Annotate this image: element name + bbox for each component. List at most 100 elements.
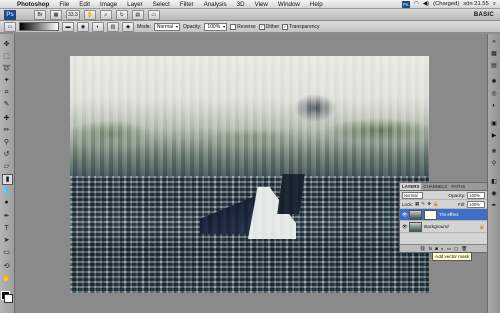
menu-file[interactable]: File (54, 1, 74, 8)
brushes-panel-icon[interactable]: ❋ (490, 148, 498, 156)
menu-window[interactable]: Window (273, 1, 305, 8)
folder-icon[interactable]: ▭ (447, 246, 451, 252)
layer-row-background[interactable]: 👁 Background 🔒 (400, 221, 487, 233)
fill-field[interactable]: 100% (467, 200, 485, 208)
zoom-level[interactable]: 33.3 (66, 9, 80, 20)
path-selection-tool-icon[interactable]: ➤ (2, 236, 11, 245)
channels-panel-icon[interactable]: ◉ (490, 190, 498, 198)
arrange-documents-icon[interactable]: ▤ (131, 9, 144, 20)
lasso-tool-icon[interactable]: ➰ (2, 64, 11, 73)
menu-3d[interactable]: 3D (232, 1, 250, 8)
bridge-button[interactable]: Br (34, 9, 46, 20)
layers-panel-icon[interactable]: ◧ (490, 178, 498, 186)
zoom-tool-icon[interactable]: ⌕ (99, 9, 112, 20)
history-panel-icon[interactable]: ▣ (490, 120, 498, 128)
lock-all-icon[interactable]: 🔒 (433, 201, 439, 207)
shape-tool-icon[interactable]: ▭ (2, 248, 11, 257)
gradient-tool-icon[interactable]: ▮ (2, 174, 13, 185)
pen-tool-icon[interactable]: ✒ (2, 212, 11, 221)
background-color-swatch[interactable] (4, 294, 13, 303)
adjustment-icon[interactable]: ◐ (441, 246, 444, 251)
menu-select[interactable]: Select (148, 1, 175, 8)
fx-icon[interactable]: fx (429, 246, 433, 251)
tools-panel: ✥ ⬚ ➰ ✦ ⌗ ✎ ✚ ✏ ⚲ ↺ ▱ ▮ 💧 ● ✒ T ➤ ▭ ⟲ ✋ (0, 34, 15, 313)
gradient-tool-preset-icon[interactable]: ▭ (4, 21, 16, 32)
menu-help[interactable]: Help (305, 1, 328, 8)
diamond-gradient-icon[interactable]: ◆ (122, 21, 134, 32)
gradient-picker[interactable] (19, 22, 59, 31)
menu-image[interactable]: Image (95, 1, 122, 8)
styles-panel-icon[interactable]: ◐ (490, 102, 498, 110)
paths-panel-icon[interactable]: ✒ (490, 202, 498, 210)
adjustments-panel-icon[interactable]: ✺ (490, 78, 498, 86)
eye-icon[interactable]: 👁 (402, 212, 408, 218)
brush-tool-icon[interactable]: ✏ (2, 126, 11, 135)
layer-name[interactable]: Background (424, 224, 477, 229)
menu-filter[interactable]: Filter (175, 1, 199, 8)
lock-image-icon[interactable]: ✎ (421, 201, 425, 207)
radial-gradient-icon[interactable]: ◉ (77, 21, 89, 32)
opacity-field[interactable]: 100% (204, 22, 228, 31)
reverse-checkbox[interactable]: Reverse (230, 23, 256, 30)
menu-analysis[interactable]: Analysis (199, 1, 232, 8)
history-brush-tool-icon[interactable]: ↺ (2, 150, 11, 159)
healing-brush-tool-icon[interactable]: ✚ (2, 114, 11, 123)
menu-edit[interactable]: Edit (74, 1, 95, 8)
layer-opacity-field[interactable]: 100% (467, 191, 485, 199)
new-layer-icon[interactable]: ▢ (454, 246, 458, 252)
battery-status[interactable]: (Charged) (433, 1, 459, 7)
3d-rotate-tool-icon[interactable]: ⟲ (2, 262, 11, 271)
lock-transparency-icon[interactable]: ▦ (415, 201, 419, 207)
eraser-tool-icon[interactable]: ▱ (2, 162, 11, 171)
marquee-tool-icon[interactable]: ⬚ (2, 52, 11, 61)
menu-view[interactable]: View (250, 1, 273, 8)
layer-row-ts-effect[interactable]: 👁 T/S effect (400, 209, 487, 221)
document-image[interactable] (70, 56, 429, 293)
spotlight-icon[interactable]: ⌕ (493, 1, 496, 8)
screen-mode-icon[interactable]: ▭ (147, 9, 160, 20)
magic-wand-tool-icon[interactable]: ✦ (2, 76, 11, 85)
clock[interactable]: sön 21.55 (463, 1, 488, 7)
app-menu[interactable]: Photoshop (12, 1, 54, 8)
linear-gradient-icon[interactable]: ▬ (62, 21, 74, 32)
type-tool-icon[interactable]: T (2, 224, 11, 233)
hand-tool-icon[interactable]: ✋ (83, 9, 96, 20)
volume-icon[interactable]: ◀) (423, 1, 429, 7)
layer-mask-thumbnail[interactable] (424, 209, 437, 220)
mode-select[interactable]: Normal (153, 22, 181, 31)
layer-name[interactable]: T/S effect (439, 212, 485, 217)
clone-stamp-tool-icon[interactable]: ⚲ (2, 138, 11, 147)
blend-mode-select[interactable]: Normal (402, 191, 423, 199)
trash-icon[interactable]: 🗑 (461, 246, 467, 252)
rotate-view-icon[interactable]: ↻ (115, 9, 128, 20)
color-panel-icon[interactable]: ▦ (490, 50, 498, 58)
blur-tool-icon[interactable]: 💧 (2, 186, 11, 195)
tab-layers[interactable]: LAYERS (400, 183, 422, 190)
eye-icon[interactable]: 👁 (402, 224, 408, 230)
collapse-dock-icon[interactable]: » (490, 38, 498, 46)
eyedropper-tool-icon[interactable]: ✎ (2, 100, 11, 109)
masks-panel-icon[interactable]: ◎ (490, 90, 498, 98)
swatches-panel-icon[interactable]: ▤ (490, 62, 498, 70)
lock-position-icon[interactable]: ✥ (427, 201, 431, 207)
angle-gradient-icon[interactable]: ◐ (92, 21, 104, 32)
tab-channels[interactable]: CHANNELS (421, 183, 449, 190)
transparency-checkbox[interactable]: ✓ Transparency (282, 23, 320, 30)
hand-tool-side-icon[interactable]: ✋ (2, 274, 11, 283)
blend-row: Normal Opacity: 100% (400, 191, 487, 200)
guides-button[interactable]: ▦ (50, 9, 62, 20)
move-tool-icon[interactable]: ✥ (2, 40, 11, 49)
reflected-gradient-icon[interactable]: ▥ (107, 21, 119, 32)
link-icon[interactable]: ⛓ (420, 246, 426, 252)
wifi-icon[interactable]: ◠ (414, 1, 419, 7)
menu-layer[interactable]: Layer (122, 1, 147, 8)
tab-paths[interactable]: PATHS (449, 183, 467, 190)
crop-tool-icon[interactable]: ⌗ (2, 88, 11, 97)
actions-panel-icon[interactable]: ▶ (490, 132, 498, 140)
dither-checkbox[interactable]: ✓ Dither (258, 23, 279, 30)
dodge-tool-icon[interactable]: ● (2, 198, 11, 207)
photoshop-status-icon[interactable]: Ps (401, 0, 410, 8)
mask-icon[interactable]: ◙ (435, 246, 438, 251)
clone-source-panel-icon[interactable]: ⚲ (490, 160, 498, 168)
workspace-switcher[interactable]: BASIC (474, 12, 494, 18)
